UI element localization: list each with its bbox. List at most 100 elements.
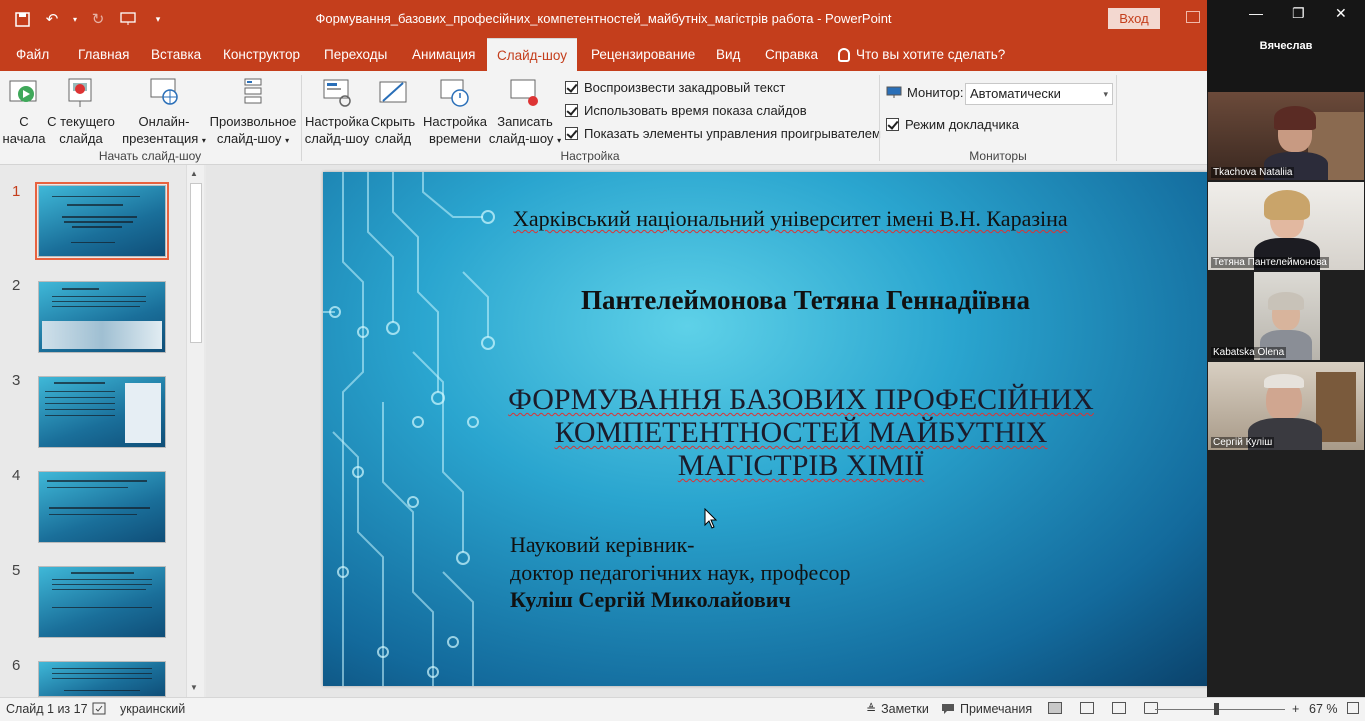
scrollbar-thumb[interactable]: [190, 183, 202, 343]
minimize-icon[interactable]: —: [1249, 5, 1263, 21]
undo-dropdown-icon[interactable]: ▾: [70, 8, 80, 30]
tab-insert[interactable]: Вставка: [141, 38, 211, 71]
chevron-down-icon: ▾: [1103, 89, 1108, 99]
tab-design[interactable]: Конструктор: [213, 38, 310, 71]
save-icon[interactable]: [10, 8, 34, 30]
participant-tile[interactable]: Тетяна Пантелеймонова: [1208, 182, 1364, 270]
checkbox-checked-icon[interactable]: [565, 126, 578, 140]
present-online-dropdown-icon[interactable]: ▾: [202, 136, 206, 145]
quick-access-toolbar: ↶ ▾ ↻ ▾: [10, 8, 170, 30]
normal-view-icon[interactable]: [1048, 702, 1062, 714]
tab-review[interactable]: Рецензирование: [581, 38, 705, 71]
play-from-start-icon: [8, 77, 40, 109]
hide-slide-icon: [377, 77, 409, 109]
presenter-view-checkbox[interactable]: Режим докладчика: [886, 117, 1019, 132]
checkbox-checked-icon[interactable]: [565, 103, 578, 117]
slide-thumbnail-2[interactable]: [38, 281, 166, 353]
presenter-view-label: Режим докладчика: [905, 117, 1019, 132]
slideshow-view-icon[interactable]: [1144, 702, 1158, 714]
tab-home[interactable]: Главная: [68, 38, 139, 71]
thumb-number: 2: [12, 277, 21, 294]
spellcheck-icon[interactable]: [92, 702, 106, 715]
record-icon: [509, 77, 541, 109]
slide-counter: Слайд 1 из 17: [6, 702, 88, 716]
slide-supervisor-role: Науковий керівник-: [510, 532, 695, 557]
fit-slide-icon[interactable]: [1347, 702, 1359, 714]
tab-animations[interactable]: Анимация: [402, 38, 485, 71]
play-narrations-checkbox[interactable]: Воспроизвести закадровый текст: [565, 77, 785, 97]
scroll-up-icon[interactable]: ▲: [190, 169, 198, 178]
reading-view-icon[interactable]: [1112, 702, 1126, 714]
slide-supervisor-degree: доктор педагогічних наук, професор: [510, 560, 851, 585]
checkbox-checked-icon[interactable]: [565, 80, 578, 94]
zoom-slider[interactable]: [1155, 709, 1285, 710]
customize-qat-icon[interactable]: ▾: [146, 8, 170, 30]
tab-file[interactable]: Файл: [6, 38, 59, 71]
tell-me-search[interactable]: Что вы хотите сделать?: [838, 38, 1005, 71]
show-media-controls-checkbox[interactable]: Показать элементы управления проигрывате…: [565, 123, 881, 143]
play-narrations-label: Воспроизвести закадровый текст: [584, 79, 786, 95]
custom-show-dropdown-icon[interactable]: ▾: [285, 136, 289, 145]
host-name: Вячеслав: [1259, 40, 1313, 52]
redo-icon[interactable]: ↻: [86, 8, 110, 30]
timer-icon: [439, 77, 471, 109]
tab-view[interactable]: Вид: [706, 38, 750, 71]
slide-thumbnail-5[interactable]: [38, 566, 166, 638]
current-slide[interactable]: Харківський національний університет іме…: [323, 172, 1234, 686]
present-online-label-2: презентация: [122, 131, 199, 146]
slide-thumbnail-4[interactable]: [38, 471, 166, 543]
ribbon-slideshow: С начала С текущего слайда Онлайн- презе…: [0, 71, 1207, 165]
slide-topic-line-3: МАГІСТРІВ ХІМІЇ: [677, 449, 925, 482]
rehearse-label-1: Настройка: [423, 114, 487, 129]
setup-slideshow-button[interactable]: Настройка слайд-шоу: [304, 77, 370, 147]
group-label-start: Начать слайд-шоу: [98, 149, 202, 163]
from-current-label-1: С текущего: [47, 114, 115, 129]
monitor-select[interactable]: Автоматически ▾: [965, 83, 1113, 105]
from-beginning-button[interactable]: С начала: [2, 77, 46, 147]
record-slideshow-button[interactable]: Записать слайд-шоу ▾: [488, 77, 562, 149]
from-beginning-label-1: С: [19, 114, 29, 129]
notes-icon: ≜: [866, 702, 877, 716]
close-icon[interactable]: ✕: [1335, 5, 1347, 22]
hide-slide-button[interactable]: Скрыть слайд: [370, 77, 416, 147]
comments-button[interactable]: Примечания: [941, 702, 1032, 716]
zoom-in-button[interactable]: +: [1292, 702, 1299, 716]
slide-thumbnail-6[interactable]: [38, 661, 166, 697]
ribbon-display-icon[interactable]: [1186, 11, 1200, 23]
language-indicator[interactable]: украинский: [120, 702, 185, 716]
record-dropdown-icon[interactable]: ▾: [557, 136, 561, 145]
from-current-button[interactable]: С текущего слайда: [46, 77, 116, 147]
present-icon[interactable]: [116, 8, 140, 30]
checkbox-checked-icon[interactable]: [886, 118, 899, 131]
video-call-panel: — ❐ ✕ Вячеслав Tkachova Nataliia Тетяна …: [1207, 0, 1365, 697]
participant-tile[interactable]: Kabatska Olena: [1208, 272, 1364, 360]
slide-sorter-icon[interactable]: [1080, 702, 1094, 714]
slide-topic-line-2: КОМПЕТЕНТНОСТЕЙ МАЙБУТНІХ: [554, 416, 1048, 449]
participant-tile[interactable]: Сергій Куліш: [1208, 362, 1364, 450]
zoom-slider-thumb[interactable]: [1214, 703, 1219, 715]
slide-thumbnail-3[interactable]: [38, 376, 166, 448]
undo-icon[interactable]: ↶: [40, 8, 64, 30]
restore-icon[interactable]: ❐: [1292, 5, 1305, 22]
notes-button[interactable]: ≜ Заметки: [866, 702, 929, 716]
zoom-level[interactable]: 67 %: [1309, 702, 1338, 716]
use-timings-checkbox[interactable]: Использовать время показа слайдов: [565, 100, 807, 120]
rehearse-timings-button[interactable]: Настройка времени: [420, 77, 490, 147]
scroll-down-icon[interactable]: ▼: [190, 683, 198, 692]
participant-tile[interactable]: Tkachova Nataliia: [1208, 92, 1364, 180]
slide-thumbnail-1[interactable]: [35, 182, 169, 260]
participant-name: Тетяна Пантелеймонова: [1211, 257, 1329, 268]
tell-me-text: Что вы хотите сделать?: [856, 47, 1006, 62]
custom-slideshow-button[interactable]: Произвольное слайд-шоу ▾: [208, 77, 298, 149]
thumb-number: 5: [12, 562, 21, 579]
ribbon-tabs: Файл Главная Вставка Конструктор Переход…: [0, 38, 1207, 71]
rehearse-label-2: времени: [429, 131, 481, 146]
slide-topic-line-1: ФОРМУВАННЯ БАЗОВИХ ПРОФЕСІЙНИХ: [508, 383, 1094, 416]
thumbnails-scrollbar[interactable]: ▲ ▼: [186, 165, 204, 697]
tab-slideshow[interactable]: Слайд-шоу: [487, 38, 577, 71]
present-online-button[interactable]: Онлайн- презентация ▾: [120, 77, 208, 149]
tab-help[interactable]: Справка: [755, 38, 828, 71]
monitor-label-text: Монитор:: [907, 85, 964, 100]
sign-in-button[interactable]: Вход: [1108, 8, 1160, 29]
tab-transitions[interactable]: Переходы: [314, 38, 397, 71]
